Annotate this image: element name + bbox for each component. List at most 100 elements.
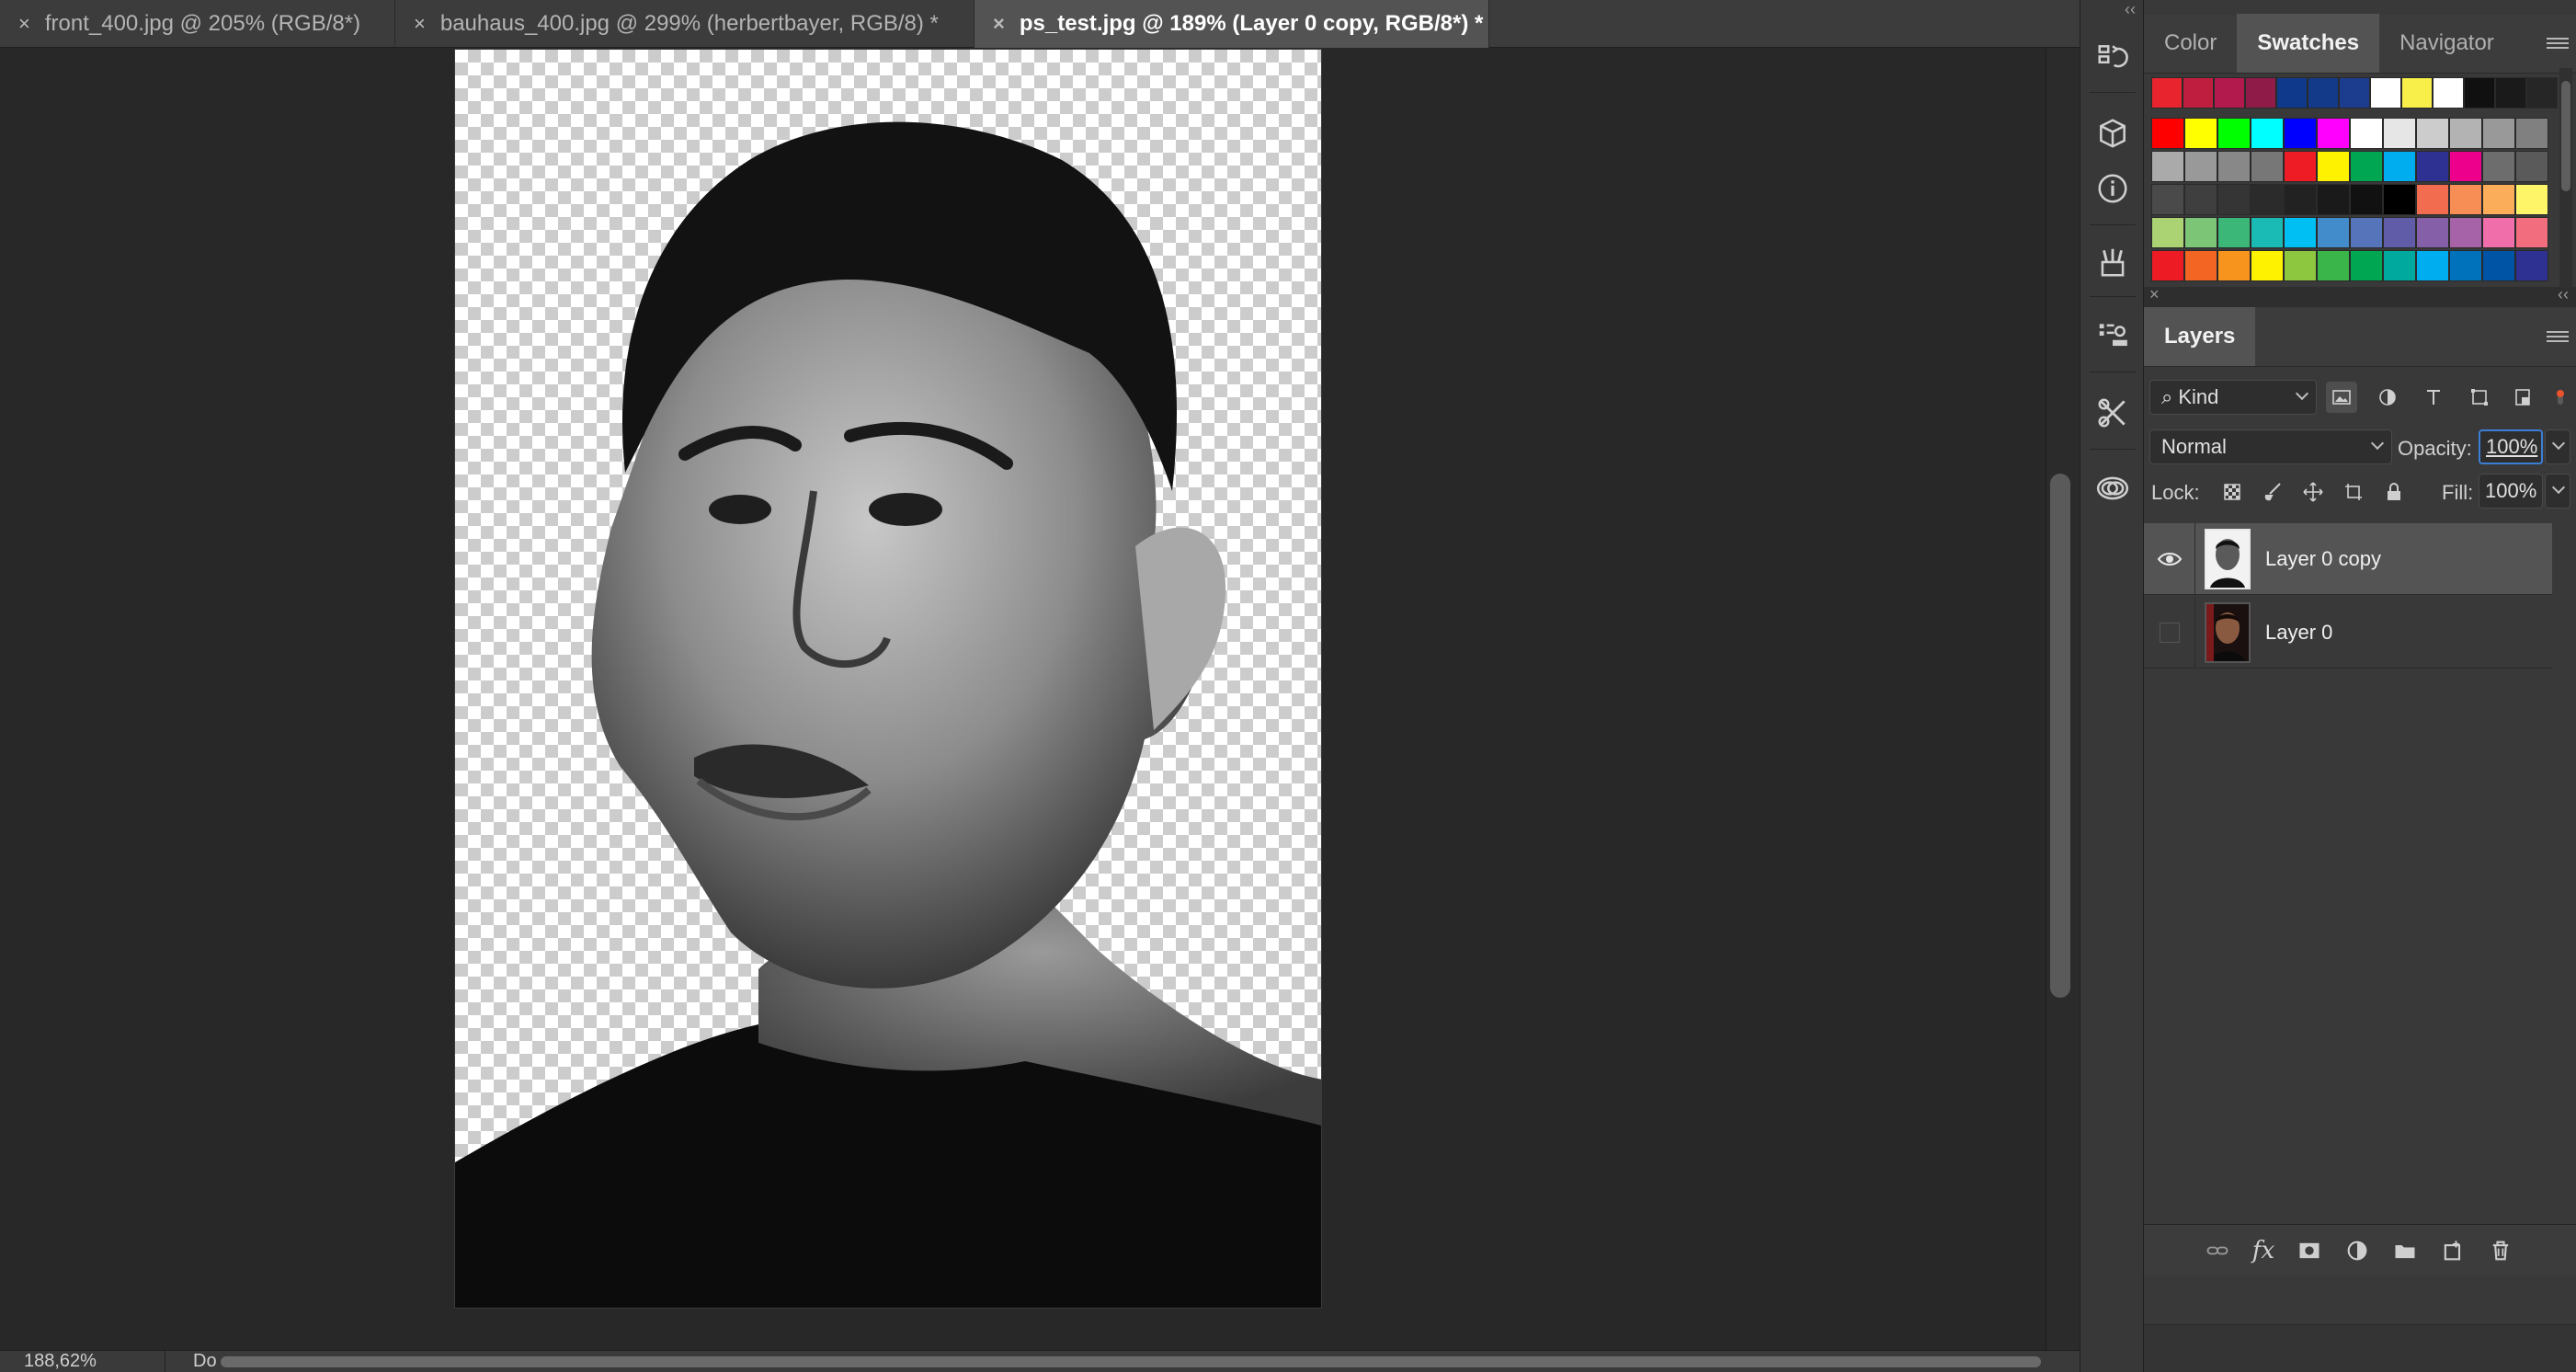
lock-transparent-pixels-icon[interactable] bbox=[2217, 477, 2247, 507]
color-swatch[interactable] bbox=[2416, 118, 2449, 149]
delete-layer-icon[interactable] bbox=[2484, 1234, 2517, 1267]
color-swatch[interactable] bbox=[2526, 77, 2558, 109]
tab-navigator[interactable]: Navigator bbox=[2379, 14, 2514, 73]
close-tab-icon[interactable]: × bbox=[18, 12, 30, 36]
color-swatch[interactable] bbox=[2151, 151, 2184, 182]
tab-layers[interactable]: Layers bbox=[2144, 307, 2256, 366]
color-swatch[interactable] bbox=[2383, 118, 2416, 149]
color-swatch[interactable] bbox=[2217, 250, 2251, 281]
color-swatch[interactable] bbox=[2184, 250, 2217, 281]
color-swatch[interactable] bbox=[2350, 151, 2383, 182]
vertical-scrollbar[interactable] bbox=[2046, 49, 2080, 1350]
clone-source-icon[interactable] bbox=[2092, 314, 2134, 357]
tool-presets-icon[interactable] bbox=[2092, 392, 2134, 434]
color-swatch[interactable] bbox=[2317, 250, 2350, 281]
fill-slider-toggle[interactable] bbox=[2545, 474, 2570, 509]
color-swatch[interactable] bbox=[2184, 151, 2217, 182]
layer-visibility-toggle[interactable] bbox=[2144, 522, 2195, 595]
adjustment-layer-icon[interactable] bbox=[2341, 1234, 2374, 1267]
color-swatch[interactable] bbox=[2416, 184, 2449, 215]
color-swatch[interactable] bbox=[2383, 250, 2416, 281]
layer-visibility-toggle[interactable] bbox=[2144, 596, 2195, 669]
add-mask-icon[interactable] bbox=[2293, 1234, 2326, 1267]
color-swatch[interactable] bbox=[2482, 250, 2515, 281]
opacity-slider-toggle[interactable] bbox=[2545, 429, 2570, 464]
color-swatch[interactable] bbox=[2350, 217, 2383, 248]
color-swatch[interactable] bbox=[2350, 118, 2383, 149]
tab-bauhaus-400[interactable]: × bauhaus_400.jpg @ 299% (herbertbayer, … bbox=[395, 0, 975, 48]
color-swatch[interactable] bbox=[2464, 77, 2495, 109]
document-canvas[interactable] bbox=[454, 49, 1322, 1309]
pixel-filter-icon[interactable] bbox=[2326, 382, 2357, 413]
color-swatch[interactable] bbox=[2317, 151, 2350, 182]
color-swatch[interactable] bbox=[2383, 151, 2416, 182]
collapse-panel-icon[interactable]: ‹‹ bbox=[2558, 285, 2569, 304]
brush-presets-icon[interactable] bbox=[2092, 241, 2134, 283]
color-swatch[interactable] bbox=[2251, 184, 2284, 215]
color-swatch[interactable] bbox=[2284, 118, 2317, 149]
color-swatch[interactable] bbox=[2495, 77, 2526, 109]
color-swatch[interactable] bbox=[2245, 77, 2276, 109]
color-swatch[interactable] bbox=[2350, 184, 2383, 215]
info-icon[interactable] bbox=[2092, 167, 2134, 210]
color-swatch[interactable] bbox=[2482, 184, 2515, 215]
color-swatch[interactable] bbox=[2433, 77, 2464, 109]
color-swatch[interactable] bbox=[2449, 217, 2482, 248]
tab-front-400[interactable]: × front_400.jpg @ 205% (RGB/8*) bbox=[0, 0, 395, 48]
new-group-icon[interactable] bbox=[2388, 1234, 2422, 1267]
color-swatch[interactable] bbox=[2251, 151, 2284, 182]
color-swatch[interactable] bbox=[2308, 77, 2339, 109]
color-swatch[interactable] bbox=[2339, 77, 2370, 109]
color-swatch[interactable] bbox=[2217, 118, 2251, 149]
new-layer-icon[interactable] bbox=[2436, 1234, 2469, 1267]
color-swatch[interactable] bbox=[2515, 151, 2548, 182]
color-swatch[interactable] bbox=[2151, 250, 2184, 281]
color-swatch[interactable] bbox=[2317, 184, 2350, 215]
layer-filter-dropdown[interactable]: ⌕ Kind bbox=[2149, 380, 2317, 415]
color-swatch[interactable] bbox=[2217, 151, 2251, 182]
color-swatch[interactable] bbox=[2350, 250, 2383, 281]
smart-object-filter-icon[interactable] bbox=[2508, 382, 2539, 413]
color-swatch[interactable] bbox=[2370, 77, 2401, 109]
close-tab-icon[interactable]: × bbox=[993, 12, 1005, 36]
history-icon[interactable] bbox=[2092, 37, 2134, 79]
adjustment-filter-icon[interactable] bbox=[2372, 382, 2403, 413]
color-swatch[interactable] bbox=[2151, 184, 2184, 215]
tab-ps-test[interactable]: × ps_test.jpg @ 189% (Layer 0 copy, RGB/… bbox=[975, 0, 1489, 48]
color-swatch[interactable] bbox=[2183, 77, 2214, 109]
type-filter-icon[interactable] bbox=[2418, 382, 2449, 413]
color-swatch[interactable] bbox=[2251, 250, 2284, 281]
close-tab-icon[interactable]: × bbox=[414, 12, 426, 36]
color-swatch[interactable] bbox=[2515, 184, 2548, 215]
panel-menu-icon[interactable] bbox=[2547, 35, 2569, 51]
color-swatch[interactable] bbox=[2184, 118, 2217, 149]
tab-swatches[interactable]: Swatches bbox=[2237, 14, 2380, 73]
color-swatch[interactable] bbox=[2515, 250, 2548, 281]
close-panel-icon[interactable]: × bbox=[2149, 285, 2160, 304]
color-swatch[interactable] bbox=[2284, 184, 2317, 215]
shape-filter-icon[interactable] bbox=[2464, 382, 2495, 413]
color-swatch[interactable] bbox=[2383, 184, 2416, 215]
color-swatch[interactable] bbox=[2151, 217, 2184, 248]
color-swatch[interactable] bbox=[2482, 217, 2515, 248]
color-swatch[interactable] bbox=[2401, 77, 2433, 109]
layer-row[interactable]: Layer 0 copy bbox=[2144, 522, 2552, 595]
color-swatch[interactable] bbox=[2482, 151, 2515, 182]
layer-row[interactable]: Layer 0 bbox=[2144, 596, 2552, 669]
color-swatch[interactable] bbox=[2284, 151, 2317, 182]
color-swatch[interactable] bbox=[2317, 217, 2350, 248]
vertical-scrollbar-thumb[interactable] bbox=[2050, 474, 2070, 998]
opacity-input[interactable]: 100% bbox=[2479, 429, 2543, 464]
fill-input[interactable]: 100% bbox=[2479, 474, 2543, 509]
color-swatch[interactable] bbox=[2449, 151, 2482, 182]
color-swatch[interactable] bbox=[2416, 250, 2449, 281]
collapse-dock-icon[interactable]: ‹‹ bbox=[2125, 0, 2136, 19]
color-swatch[interactable] bbox=[2383, 217, 2416, 248]
tab-color[interactable]: Color bbox=[2144, 14, 2237, 73]
libraries-icon[interactable] bbox=[2092, 467, 2134, 509]
swatches-scrollbar[interactable] bbox=[2559, 68, 2572, 289]
color-swatch[interactable] bbox=[2449, 184, 2482, 215]
lock-position-icon[interactable] bbox=[2298, 477, 2328, 507]
color-swatch[interactable] bbox=[2184, 217, 2217, 248]
color-swatch[interactable] bbox=[2416, 151, 2449, 182]
